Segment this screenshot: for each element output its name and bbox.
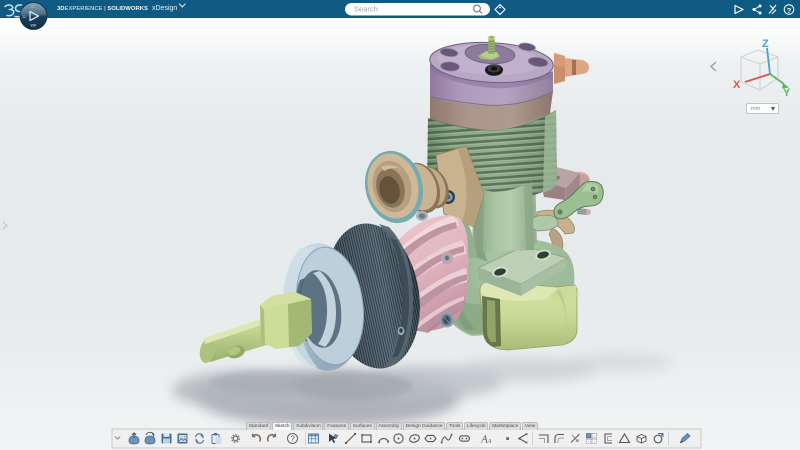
svg-text:X?: X? <box>31 5 35 9</box>
svg-text:?: ? <box>290 434 295 443</box>
svg-text:Z: Z <box>762 38 769 50</box>
svg-text:Y: Y <box>783 87 791 99</box>
svg-text:A: A <box>487 438 492 445</box>
svg-text:X: X <box>733 79 741 91</box>
svg-text:Search: Search <box>354 5 378 14</box>
svg-text:?: ? <box>787 6 792 15</box>
svg-text:3D: 3D <box>22 15 27 19</box>
svg-text:V.R: V.R <box>31 24 37 28</box>
